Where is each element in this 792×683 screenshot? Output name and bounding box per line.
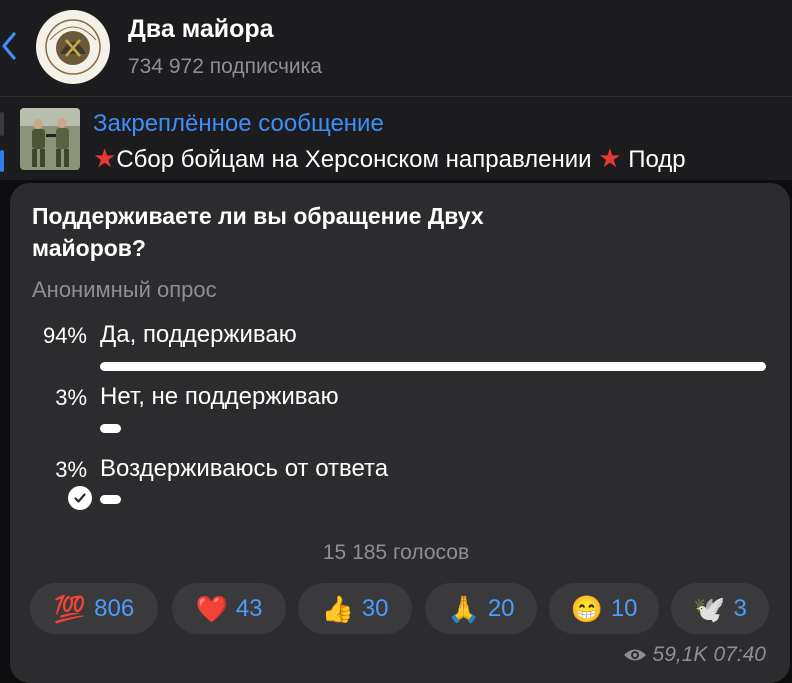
pinned-indicator-active [0, 150, 4, 172]
channel-avatar[interactable] [36, 10, 110, 84]
reaction-count: 10 [610, 594, 638, 622]
back-button[interactable] [0, 30, 28, 62]
folded-hands-icon: 🙏 [447, 593, 480, 624]
poll-option-label: Воздерживаюсь от ответа [100, 455, 389, 482]
red-star-icon: ★ [93, 143, 117, 173]
pinned-title: Закреплённое сообщение [93, 110, 384, 137]
channel-header [0, 0, 792, 96]
reaction-count: 30 [361, 594, 389, 622]
reaction-grin[interactable]: 😁 10 [549, 583, 659, 634]
thumbs-up-icon: 👍 [321, 593, 354, 624]
red-star-icon: ★ [598, 143, 622, 173]
poll-option-label: Нет, не поддерживаю [100, 383, 339, 410]
eye-icon [623, 649, 646, 661]
heart-icon: ❤️ [195, 593, 228, 624]
hundred-points-icon: 💯 [53, 593, 87, 624]
pinned-indicator [0, 112, 4, 136]
channel-title[interactable]: Два майора [128, 15, 274, 44]
subscriber-count: 734 972 подписчика [128, 55, 322, 78]
two-majors-logo [38, 12, 108, 82]
soldiers-photo [20, 108, 80, 170]
pinned-thumbnail [20, 108, 80, 170]
message-meta: 59,1K 07:40 [623, 643, 766, 667]
checkmark-icon [68, 486, 92, 510]
poll-option-percent: 94% [42, 323, 87, 348]
poll-question: Поддерживаете ли вы обращение Двух майор… [32, 203, 484, 261]
reaction-count: 806 [94, 594, 135, 622]
poll-type-label: Анонимный опрос [32, 277, 217, 302]
poll-option-percent: 3% [55, 385, 87, 410]
view-count: 59,1K [652, 643, 708, 666]
reaction-hundred[interactable]: 💯 806 [30, 583, 158, 634]
pinned-text-main: Сбор бойцам на Херсонском направлении [116, 146, 592, 173]
dove-icon: 🕊️ [693, 593, 726, 624]
chevron-left-icon [2, 32, 16, 60]
reaction-thumbs-up[interactable]: 👍 30 [298, 583, 412, 634]
grinning-face-icon: 😁 [570, 593, 603, 624]
pinned-text-tail: Подр [628, 146, 686, 173]
reaction-pray[interactable]: 🙏 20 [425, 583, 537, 634]
poll-option-percent: 3% [55, 457, 87, 482]
pinned-text: ★Сбор бойцам на Херсонском направлении ★… [93, 143, 686, 174]
poll-option-bar [100, 495, 121, 504]
reaction-dove[interactable]: 🕊️ 3 [671, 583, 769, 634]
reaction-count: 43 [235, 594, 263, 622]
poll-option-bar [100, 424, 121, 433]
reaction-count: 3 [733, 594, 747, 622]
poll-option-label: Да, поддерживаю [100, 321, 297, 348]
reaction-heart[interactable]: ❤️ 43 [172, 583, 286, 634]
message-time: 07:40 [713, 643, 766, 666]
poll-vote-count: 15 185 голосов [322, 541, 470, 564]
poll-option-bar [100, 362, 766, 371]
reaction-count: 20 [487, 594, 515, 622]
